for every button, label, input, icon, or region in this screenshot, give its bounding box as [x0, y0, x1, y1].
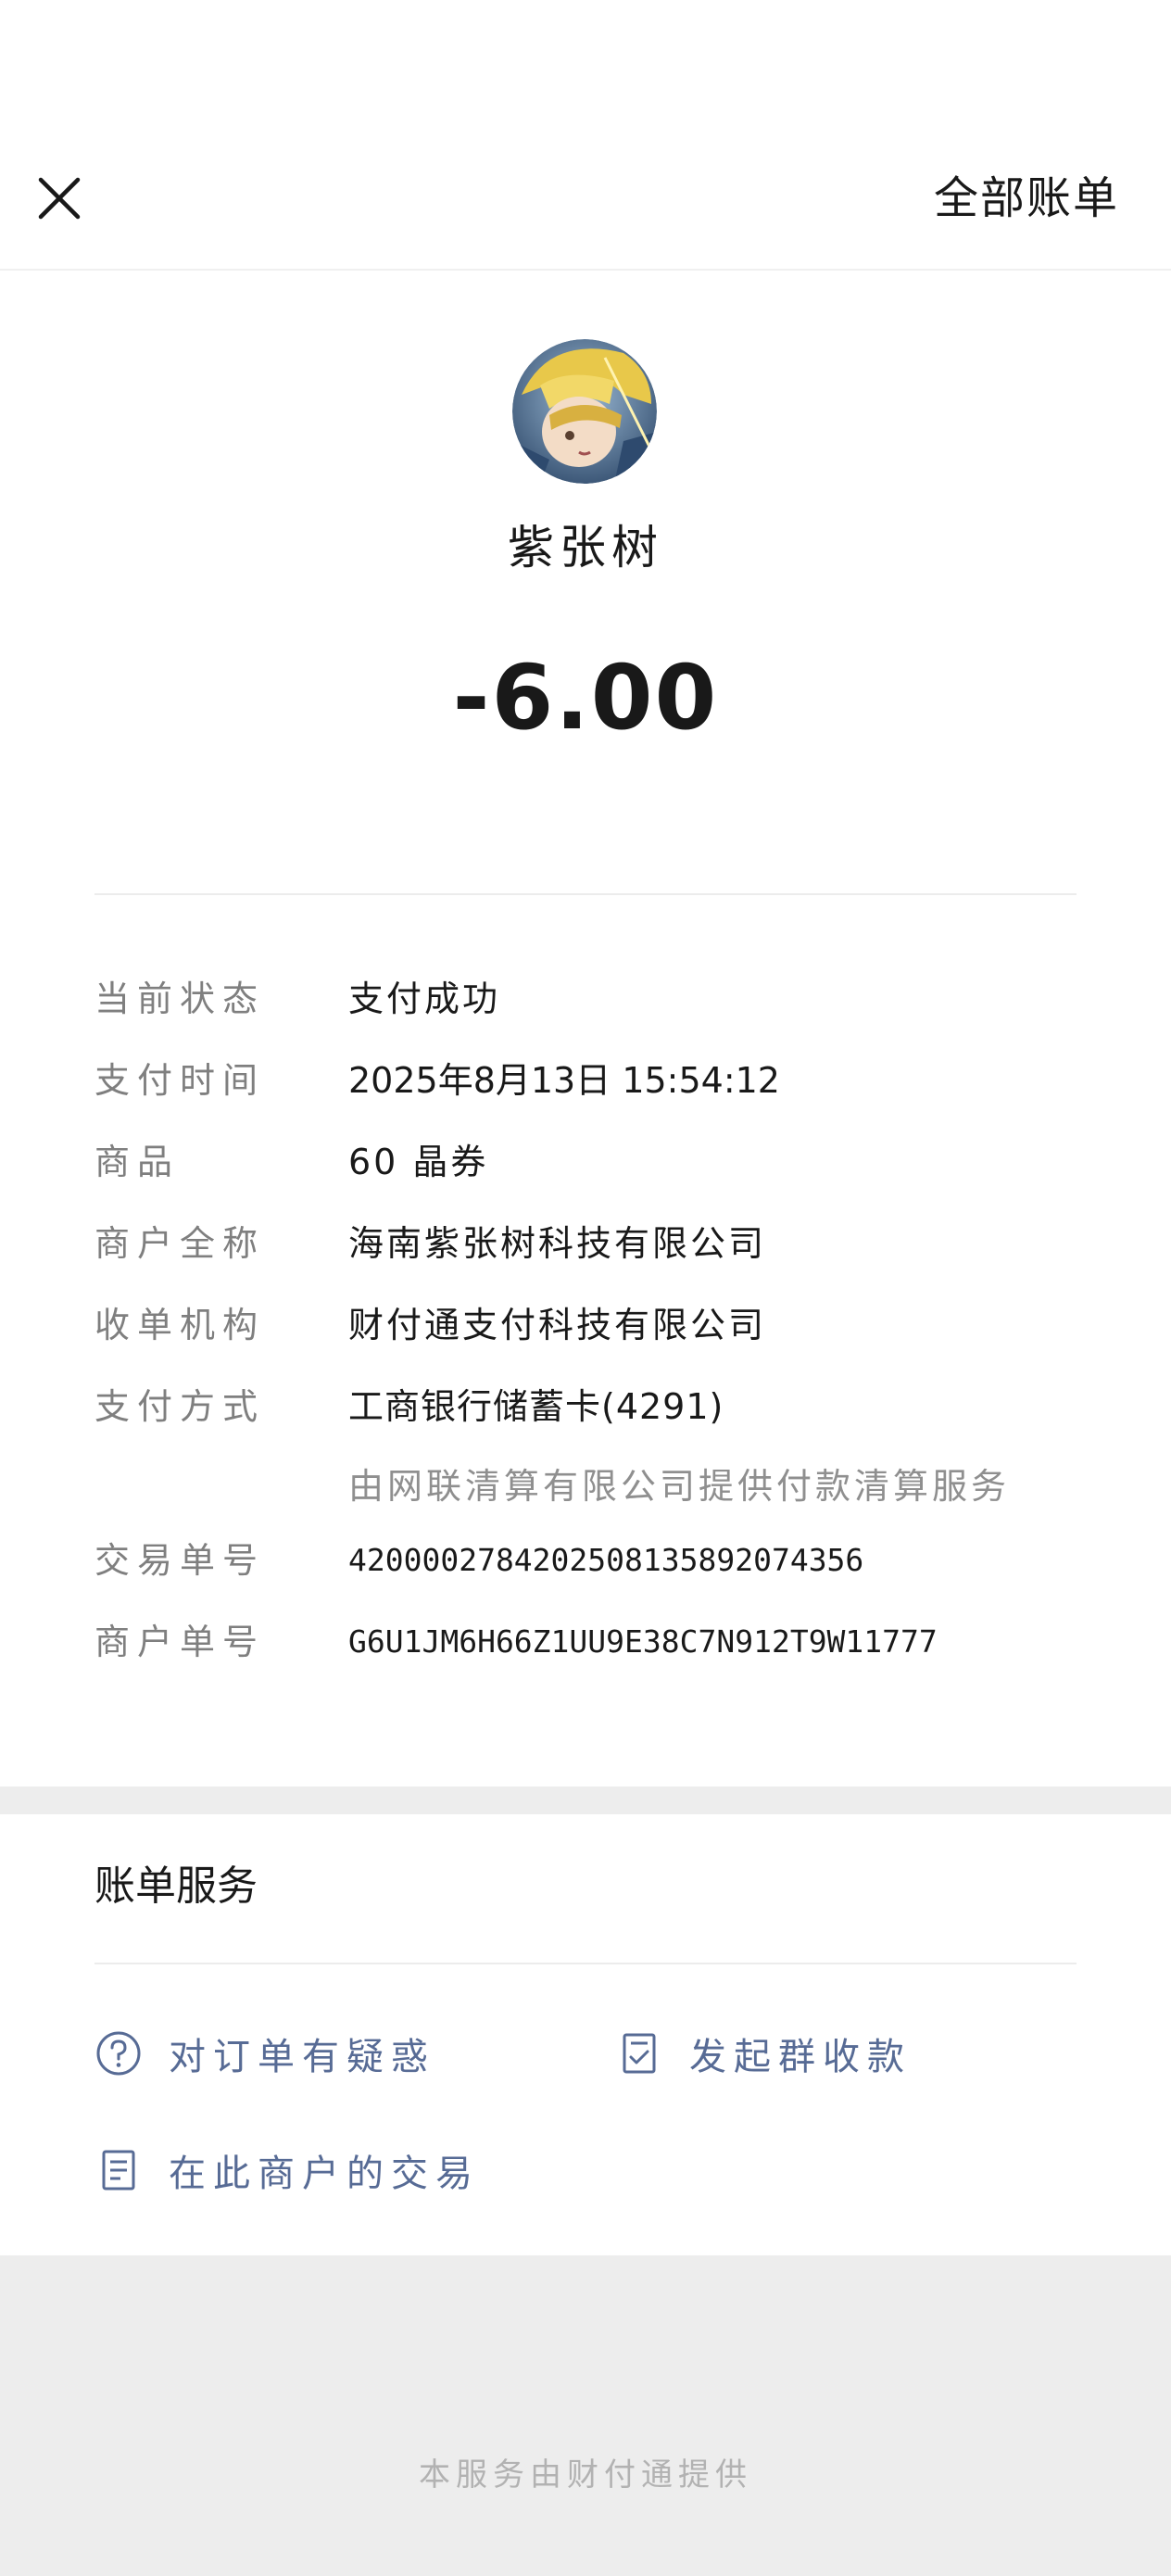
detail-value: 60 晶券: [348, 1142, 489, 1182]
merchant-name: 紫张树: [508, 521, 663, 575]
checklist-doc-icon: [615, 2029, 663, 2077]
order-question-link[interactable]: 对订单有疑惑: [94, 2026, 435, 2081]
document-list-icon: [94, 2146, 143, 2194]
question-circle-icon: [94, 2029, 143, 2077]
close-button[interactable]: [26, 165, 93, 232]
detail-label: 支付方式: [94, 1386, 266, 1427]
detail-label: 商品: [94, 1142, 181, 1182]
detail-label: 商户单号: [94, 1622, 266, 1662]
section-gap: [0, 1787, 1171, 1814]
top-nav-bar: 全部账单: [0, 0, 1171, 269]
service-item-label: 在此商户的交易: [169, 2153, 480, 2195]
detail-label: 支付时间: [94, 1060, 266, 1101]
merchant-order-id[interactable]: G6U1JM6H66Z1UU9E38C7N912T9W11777: [348, 1616, 938, 1668]
detail-label: 商户全称: [94, 1223, 266, 1264]
merchant-avatar: [512, 339, 657, 484]
close-icon: [38, 177, 81, 220]
detail-value: 2025年8月13日 15:54:12: [348, 1060, 780, 1101]
detail-value: 财付通支付科技有限公司: [348, 1305, 767, 1345]
service-item-label: 对订单有疑惑: [169, 2036, 435, 2078]
footer-provider-text: 本服务由财付通提供: [419, 2456, 752, 2494]
group-collect-link[interactable]: 发起群收款: [615, 2026, 912, 2081]
clearing-note: 由网联清算有限公司提供付款清算服务: [348, 1466, 1011, 1507]
amount-divider: [94, 893, 1077, 895]
detail-label: 当前状态: [94, 979, 266, 1019]
transaction-id[interactable]: 4200002784202508135892074356: [348, 1534, 863, 1586]
merchant-transactions-link[interactable]: 在此商户的交易: [94, 2142, 480, 2198]
all-bills-link[interactable]: 全部账单: [934, 169, 1119, 228]
detail-value: 海南紫张树科技有限公司: [348, 1223, 767, 1264]
bill-services-title: 账单服务: [94, 1863, 258, 1910]
detail-label: 收单机构: [94, 1305, 266, 1345]
payment-amount: -6.00: [452, 646, 719, 750]
detail-value: 支付成功: [348, 979, 501, 1019]
services-divider: [94, 1963, 1077, 1964]
detail-value: 工商银行储蓄卡(4291): [348, 1386, 724, 1427]
service-item-label: 发起群收款: [689, 2036, 912, 2078]
nav-divider: [0, 269, 1171, 271]
detail-label: 交易单号: [94, 1540, 266, 1581]
